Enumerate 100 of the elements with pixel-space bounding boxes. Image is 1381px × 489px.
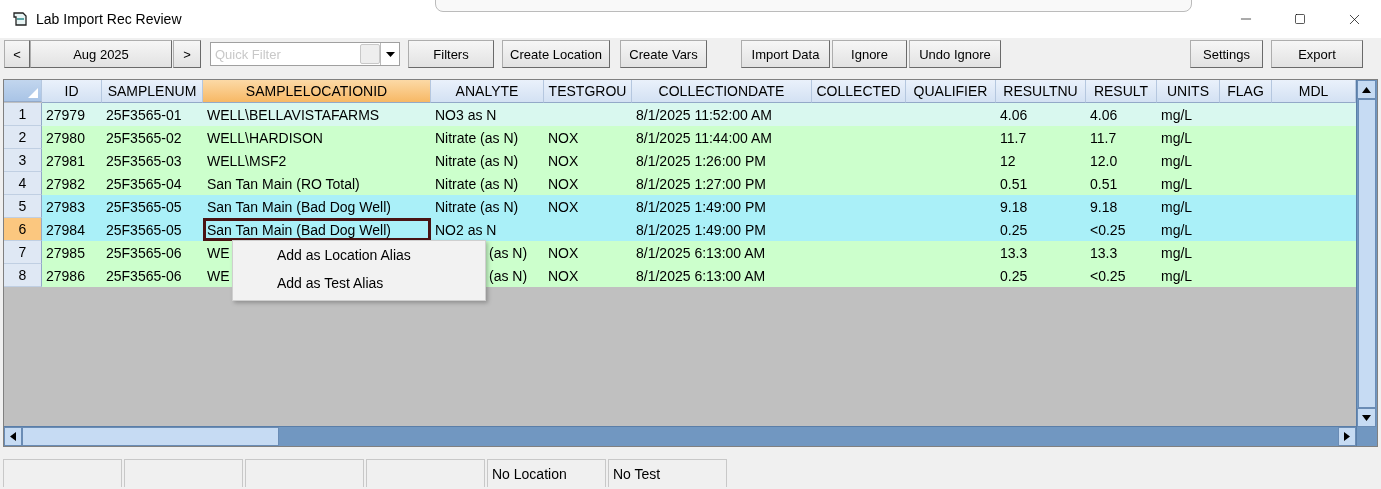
- toolbar-button[interactable]: Export: [1271, 40, 1363, 68]
- row-header[interactable]: 1: [4, 103, 42, 126]
- dropdown-arrow-icon[interactable]: [385, 51, 395, 57]
- table-cell: 0.25: [1000, 267, 1028, 284]
- table-cell: WE: [207, 244, 230, 261]
- table-cell: San Tan Main (Bad Dog Well): [207, 198, 391, 215]
- table-cell: (as N): [489, 267, 528, 284]
- table-cell: 8/1/2025 1:49:00 PM: [636, 198, 766, 215]
- row-header[interactable]: 6: [4, 218, 42, 241]
- next-month-button[interactable]: >: [173, 40, 201, 68]
- table-row[interactable]: 27983 25F3565-05 San Tan Main (Bad Dog Well) Nitrate (as N) NOX 8/1/2025 1:49:00 PM 9.18 9.18 mg/L: [42, 195, 1356, 218]
- table-cell: mg/L: [1161, 106, 1193, 123]
- table-cell: 8/1/2025 1:26:00 PM: [636, 152, 766, 169]
- table-cell: WELL\BELLAVISTAFARMS: [207, 106, 380, 123]
- table-cell: 4.06: [1090, 106, 1118, 123]
- table-cell: <0.25: [1090, 221, 1126, 238]
- column-header[interactable]: ID: [42, 80, 102, 103]
- table-cell: 0.51: [1090, 175, 1118, 192]
- scroll-right-button[interactable]: [1338, 427, 1356, 446]
- table-cell: 9.18: [1090, 198, 1118, 215]
- table-cell: 27979: [46, 106, 85, 123]
- toolbar-button[interactable]: Undo Ignore: [909, 40, 1001, 68]
- scroll-left-button[interactable]: [4, 427, 22, 446]
- column-header[interactable]: MDL: [1272, 80, 1356, 103]
- maximize-icon[interactable]: [1294, 13, 1306, 25]
- toolbar-button[interactable]: Ignore: [832, 40, 907, 68]
- month-button[interactable]: Aug 2025: [30, 40, 172, 68]
- table-cell: NO3 as N: [435, 106, 497, 123]
- column-header[interactable]: SAMPLENUM: [102, 80, 203, 103]
- row-header[interactable]: 4: [4, 172, 42, 195]
- table-cell: NOX: [548, 198, 579, 215]
- table-cell: NOX: [548, 152, 579, 169]
- table-cell: 25F3565-02: [106, 129, 182, 146]
- table-cell: (as N): [489, 244, 528, 261]
- table-cell: 27981: [46, 152, 85, 169]
- table-cell: 25F3565-06: [106, 244, 182, 261]
- table-cell: 25F3565-04: [106, 175, 182, 192]
- column-header[interactable]: RESULT: [1086, 80, 1157, 103]
- table-cell: Nitrate (as N): [435, 129, 519, 146]
- table-cell: WE: [207, 267, 230, 284]
- caret-left-icon: [10, 432, 16, 441]
- table-cell: 9.18: [1000, 198, 1028, 215]
- toolbar-button[interactable]: Create Vars: [620, 40, 707, 68]
- scroll-up-button[interactable]: [1357, 80, 1376, 99]
- table-cell: 12.0: [1090, 152, 1118, 169]
- table-cell: mg/L: [1161, 267, 1193, 284]
- table-row[interactable]: 27980 25F3565-02 WELL\HARDISON Nitrate (as N) NOX 8/1/2025 11:44:00 AM 11.7 11.7 mg/L: [42, 126, 1356, 149]
- row-header[interactable]: 8: [4, 264, 42, 287]
- column-header[interactable]: FLAG: [1220, 80, 1272, 103]
- table-cell: 25F3565-03: [106, 152, 182, 169]
- previous-month-button[interactable]: <: [4, 40, 30, 68]
- column-header[interactable]: TESTGROU: [544, 80, 632, 103]
- table-cell: Nitrate (as N): [435, 198, 519, 215]
- caret-down-icon: [1362, 414, 1371, 421]
- column-header[interactable]: SAMPLELOCATIONID: [203, 80, 431, 103]
- table-row[interactable]: 27982 25F3565-04 San Tan Main (RO Total) Nitrate (as N) NOX 8/1/2025 1:27:00 PM 0.51 0.51 mg/L: [42, 172, 1356, 195]
- scrollbar-thumb[interactable]: [22, 427, 279, 446]
- toolbar-button[interactable]: Create Location: [502, 40, 610, 68]
- column-header[interactable]: UNITS: [1157, 80, 1220, 103]
- focused-cell[interactable]: San Tan Main (Bad Dog Well): [203, 218, 431, 241]
- column-header[interactable]: QUALIFIER: [906, 80, 996, 103]
- table-cell: NOX: [548, 175, 579, 192]
- table-row[interactable]: 27981 25F3565-03 WELL\MSF2 Nitrate (as N) NOX 8/1/2025 1:26:00 PM 12 12.0 mg/L: [42, 149, 1356, 172]
- table-cell: 27980: [46, 129, 85, 146]
- table-cell: 8/1/2025 6:13:00 AM: [636, 267, 766, 284]
- table-cell: 27986: [46, 267, 85, 284]
- scroll-down-button[interactable]: [1357, 408, 1376, 427]
- status-text: No Test: [608, 459, 727, 487]
- table-cell: WELL\MSF2: [207, 152, 287, 169]
- table-cell: NOX: [548, 267, 579, 284]
- column-header[interactable]: ANALYTE: [431, 80, 544, 103]
- table-cell: 25F3565-05: [106, 221, 182, 238]
- table-cell: 13.3: [1090, 244, 1118, 261]
- table-cell: 0.51: [1000, 175, 1028, 192]
- table-cell: NOX: [548, 129, 579, 146]
- toolbar-button[interactable]: Import Data: [741, 40, 830, 68]
- table-cell: mg/L: [1161, 175, 1193, 192]
- table-cell: 4.06: [1000, 106, 1028, 123]
- table-cell: 27982: [46, 175, 85, 192]
- table-cell: 25F3565-05: [106, 198, 182, 215]
- column-header[interactable]: COLLECTED: [812, 80, 906, 103]
- table-cell: Nitrate (as N): [435, 152, 519, 169]
- toolbar-button[interactable]: Settings: [1190, 40, 1263, 68]
- table-cell: <0.25: [1090, 267, 1126, 284]
- table-cell: mg/L: [1161, 244, 1193, 261]
- scrollbar-thumb[interactable]: [1358, 99, 1376, 408]
- table-cell: 8/1/2025 11:52:00 AM: [636, 106, 772, 123]
- table-row[interactable]: 27984 25F3565-05 San Tan Main (Bad Dog Well) NO2 as N 8/1/2025 1:49:00 PM 0.25 <0.25 mg/L: [42, 218, 1356, 241]
- row-header[interactable]: 3: [4, 149, 42, 172]
- column-header[interactable]: RESULTNU: [996, 80, 1086, 103]
- row-header[interactable]: 5: [4, 195, 42, 218]
- table-cell: Nitrate (as N): [435, 175, 519, 192]
- column-header[interactable]: COLLECTIONDATE: [632, 80, 812, 103]
- row-header[interactable]: 7: [4, 241, 42, 264]
- status-text: No Location: [487, 459, 606, 487]
- row-header[interactable]: 2: [4, 126, 42, 149]
- table-row[interactable]: 27979 25F3565-01 WELL\BELLAVISTAFARMS NO3 as N 8/1/2025 11:52:00 AM 4.06 4.06 mg/L: [42, 103, 1356, 126]
- table-cell: San Tan Main (RO Total): [207, 175, 360, 192]
- toolbar-button[interactable]: Filters: [408, 40, 494, 68]
- caret-right-icon: [1344, 432, 1350, 441]
